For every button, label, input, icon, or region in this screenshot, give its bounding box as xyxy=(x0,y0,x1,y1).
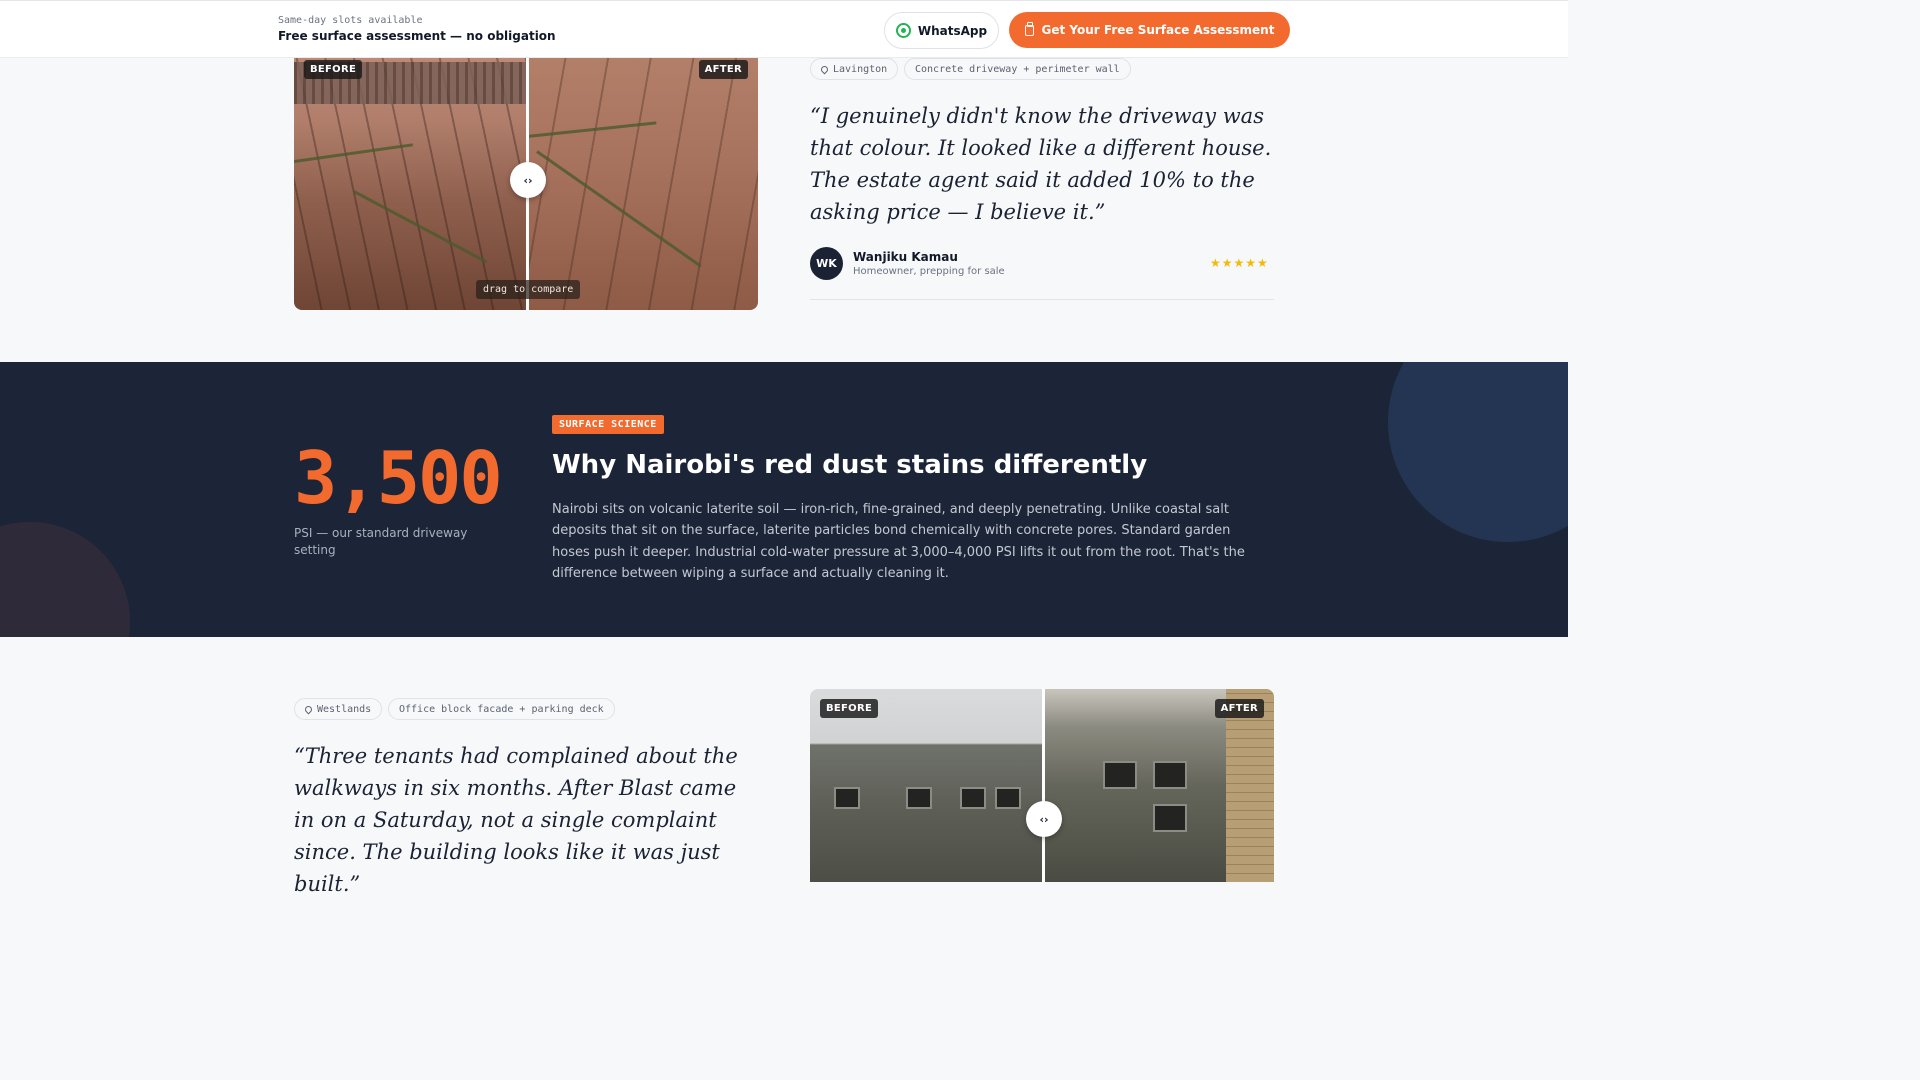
surface-science-section: 3,500 PSI — our standard driveway settin… xyxy=(0,362,1568,637)
window xyxy=(1153,761,1187,789)
before-tag: BEFORE xyxy=(304,60,363,79)
map-pin-icon xyxy=(303,704,314,714)
author-name: Wanjiku Kamau xyxy=(853,250,958,264)
testimonial-quote: “I genuinely didn't know the driveway wa… xyxy=(810,104,1272,224)
before-tag: BEFORE xyxy=(820,699,879,718)
after-tag: AFTER xyxy=(1214,699,1264,718)
testimonial-quote: “Three tenants had complained about the … xyxy=(294,744,738,896)
moss-crack xyxy=(526,121,657,138)
location-chip: Westlands xyxy=(294,698,383,720)
avatar: WK xyxy=(810,247,843,280)
free-assessment-label: Get Your Free Surface Assessment xyxy=(1041,23,1275,37)
scope-label: Concrete driveway + perimeter wall xyxy=(915,63,1120,75)
author-role: Homeowner, prepping for sale xyxy=(853,266,1005,277)
psi-stat: 3,500 xyxy=(294,436,503,520)
window xyxy=(960,787,986,809)
window xyxy=(834,787,860,809)
decorative-circle xyxy=(0,522,130,637)
before-after-compare-facade[interactable]: BEFORE AFTER ‹› xyxy=(810,689,1274,882)
before-image xyxy=(294,40,527,310)
window xyxy=(1153,804,1187,832)
window xyxy=(995,787,1021,809)
whatsapp-icon xyxy=(895,23,911,38)
compare-handle-icon[interactable]: ‹› xyxy=(510,162,546,198)
section-badge: SURFACE SCIENCE xyxy=(552,415,664,434)
window xyxy=(1103,761,1137,789)
whatsapp-label: WhatsApp xyxy=(917,23,988,38)
moss-crack xyxy=(294,143,414,163)
assessment-headline: Free surface assessment — no obligation xyxy=(278,29,556,43)
scope-chip: Office block facade + parking deck xyxy=(388,698,615,720)
rating-stars: ★★★★★ xyxy=(1210,256,1269,270)
top-bar: Same-day slots available Free surface as… xyxy=(0,0,1568,58)
location-label: Westlands xyxy=(317,703,372,715)
drag-hint: drag to compare xyxy=(476,280,581,299)
compare-divider[interactable] xyxy=(1042,689,1045,882)
whatsapp-button[interactable]: WhatsApp xyxy=(884,12,999,49)
decorative-circle xyxy=(1388,362,1568,542)
moss-crack xyxy=(536,150,702,268)
compare-handle-icon[interactable]: ‹› xyxy=(1026,801,1062,837)
moss-crack xyxy=(353,190,488,264)
scope-label: Office block facade + parking deck xyxy=(399,703,604,715)
after-tag: AFTER xyxy=(698,60,748,79)
section-body: Nairobi sits on volcanic laterite soil —… xyxy=(552,502,1245,581)
psi-caption: PSI — our standard driveway setting xyxy=(294,526,468,557)
section-title: Why Nairobi's red dust stains differentl… xyxy=(552,450,1148,480)
testimonial-divider xyxy=(810,299,1274,300)
free-assessment-button[interactable]: Get Your Free Surface Assessment xyxy=(1009,12,1290,48)
location-label: Lavington xyxy=(833,63,888,75)
before-after-compare-driveway[interactable]: BEFORE AFTER ‹› drag to compare xyxy=(294,40,758,310)
window xyxy=(906,787,932,809)
after-image xyxy=(526,40,758,310)
scope-chip: Concrete driveway + perimeter wall xyxy=(904,58,1131,80)
clipboard-icon xyxy=(1024,21,1034,36)
availability-kicker: Same-day slots available xyxy=(278,15,423,26)
location-chip: Lavington xyxy=(810,58,899,80)
map-pin-icon xyxy=(819,64,830,74)
